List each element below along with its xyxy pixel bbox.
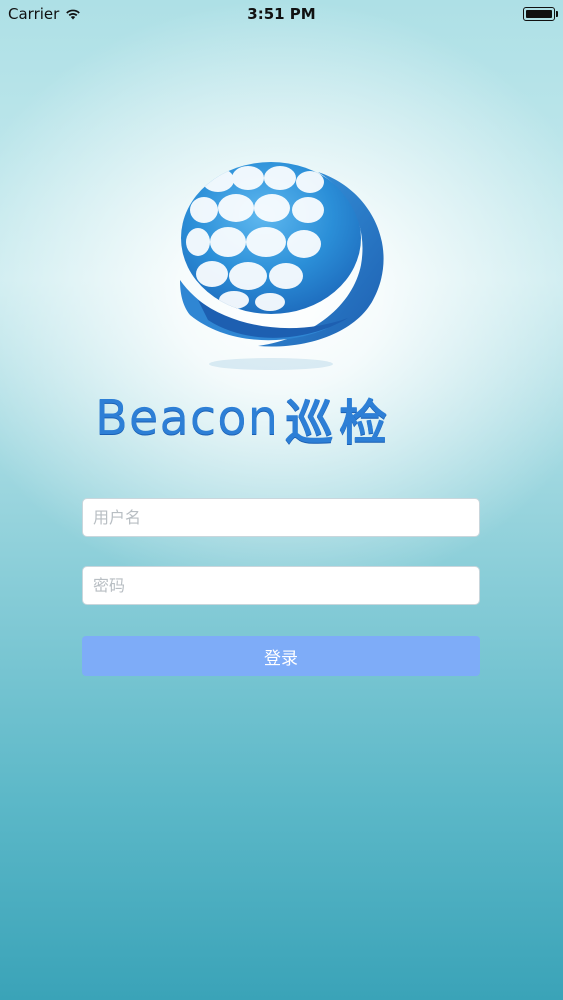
globe-logo-icon — [180, 162, 384, 370]
battery-icon — [523, 7, 558, 21]
logo-title: Beacon 巡检 — [95, 388, 475, 451]
logo-title-en: Beacon — [95, 390, 280, 446]
username-input[interactable] — [83, 499, 479, 536]
status-bar: Carrier 3:51 PM — [0, 0, 563, 30]
status-time: 3:51 PM — [247, 5, 316, 23]
logo-title-cn: 巡检 — [285, 395, 394, 451]
login-button[interactable]: 登录 — [82, 636, 480, 676]
password-input[interactable] — [83, 567, 479, 604]
password-field[interactable] — [82, 566, 480, 605]
username-field[interactable] — [82, 498, 480, 537]
battery-fill — [526, 10, 552, 18]
